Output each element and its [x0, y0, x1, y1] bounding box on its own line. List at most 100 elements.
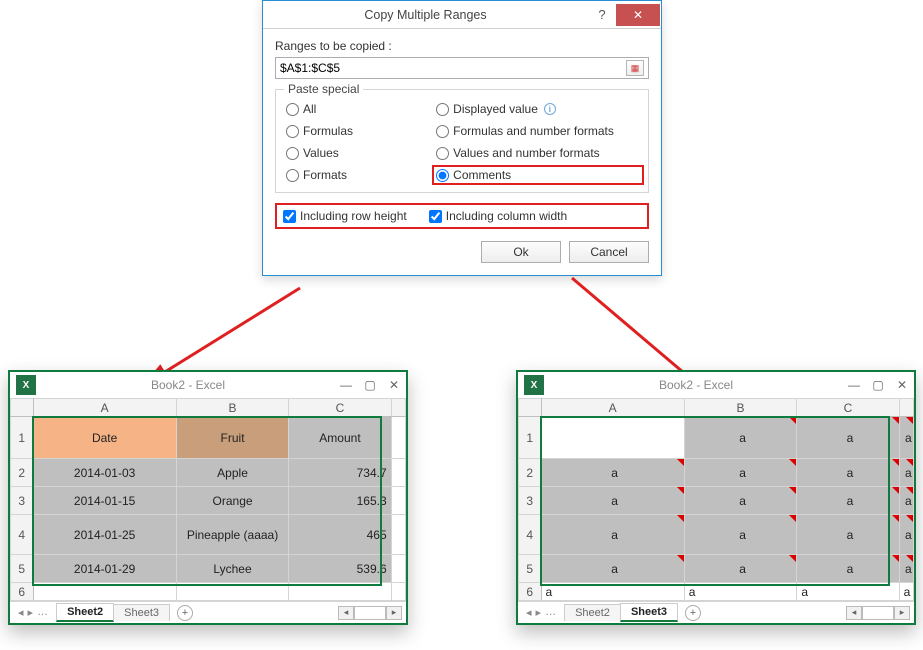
horizontal-scrollbar[interactable]: ◂ ▸	[338, 606, 402, 620]
check-row-height[interactable]: Including row height	[283, 209, 407, 223]
radio-formulas-num-fmt-input[interactable]	[436, 125, 449, 138]
ok-button[interactable]: Ok	[481, 241, 561, 263]
row-header[interactable]: 2	[11, 459, 34, 487]
check-col-width[interactable]: Including column width	[429, 209, 567, 223]
radio-values-num-fmt-input[interactable]	[436, 147, 449, 160]
cell[interactable]: Apple	[176, 459, 289, 487]
cell[interactable]: 2014-01-03	[33, 459, 176, 487]
minimize-icon[interactable]: —	[842, 375, 866, 395]
col-header[interactable]: A	[541, 399, 684, 417]
check-col-width-input[interactable]	[429, 210, 442, 223]
ranges-input[interactable]	[280, 61, 626, 75]
tab-sheet3[interactable]: Sheet3	[113, 604, 170, 621]
tab-sheet2[interactable]: Sheet2	[564, 604, 621, 621]
row-header[interactable]: 4	[519, 515, 542, 555]
nav-prev-icon[interactable]: ◂	[526, 606, 532, 619]
cell[interactable]: 165.3	[289, 487, 391, 515]
row-header[interactable]: 5	[519, 555, 542, 583]
cell-header-amount[interactable]: Amount	[289, 417, 391, 459]
dialog-titlebar[interactable]: Copy Multiple Ranges ? ✕	[263, 1, 661, 29]
cell-blank[interactable]	[289, 583, 391, 601]
col-header[interactable]: B	[176, 399, 289, 417]
scroll-right-icon[interactable]: ▸	[894, 606, 910, 620]
cell-blank[interactable]	[391, 487, 405, 515]
row-header[interactable]: 3	[519, 487, 542, 515]
excel-titlebar-right[interactable]: X Book2 - Excel — ▢ ✕	[518, 372, 914, 398]
cell[interactable]: a	[899, 583, 913, 601]
cell[interactable]: 2014-01-29	[33, 555, 176, 583]
radio-formulas-num-fmt[interactable]: Formulas and number formats	[436, 124, 638, 138]
cell[interactable]: a	[797, 555, 899, 583]
radio-formulas[interactable]: Formulas	[286, 124, 430, 138]
add-sheet-button[interactable]: +	[685, 605, 701, 621]
tabs-nav[interactable]: ◂▸…	[10, 606, 56, 619]
nav-next-icon[interactable]: ▸	[536, 606, 542, 619]
select-all-corner[interactable]	[11, 399, 34, 417]
cell[interactable]: Orange	[176, 487, 289, 515]
scroll-track[interactable]	[354, 606, 386, 620]
row-header[interactable]: 3	[11, 487, 34, 515]
cell[interactable]: a	[899, 417, 913, 459]
col-header[interactable]: B	[684, 399, 797, 417]
cell-blank[interactable]	[391, 417, 405, 459]
horizontal-scrollbar[interactable]: ◂ ▸	[846, 606, 910, 620]
spreadsheet-right[interactable]: A B C 1 a a a 2 a a a a 3 a	[518, 398, 914, 601]
cell[interactable]: a	[541, 487, 684, 515]
nav-more-icon[interactable]: …	[37, 606, 48, 619]
scroll-track[interactable]	[862, 606, 894, 620]
close-window-icon[interactable]: ✕	[890, 375, 914, 395]
cell-header-date[interactable]: Date	[33, 417, 176, 459]
row-header[interactable]: 6	[519, 583, 542, 601]
radio-values-num-fmt[interactable]: Values and number formats	[436, 146, 638, 160]
cell[interactable]: a	[797, 417, 899, 459]
scroll-left-icon[interactable]: ◂	[338, 606, 354, 620]
info-icon[interactable]: i	[544, 103, 556, 115]
cell-blank[interactable]	[33, 583, 176, 601]
cell[interactable]: a	[797, 459, 899, 487]
cell[interactable]: a	[684, 583, 797, 601]
col-header-blank[interactable]	[391, 399, 405, 417]
cell[interactable]: a	[541, 555, 684, 583]
excel-titlebar-left[interactable]: X Book2 - Excel — ▢ ✕	[10, 372, 406, 398]
col-header[interactable]: C	[289, 399, 391, 417]
cell[interactable]: a	[684, 515, 797, 555]
cell[interactable]: 2014-01-25	[33, 515, 176, 555]
radio-formulas-input[interactable]	[286, 125, 299, 138]
cell-blank[interactable]	[391, 555, 405, 583]
ranges-input-wrap[interactable]: ▦	[275, 57, 649, 79]
cell-blank[interactable]	[391, 515, 405, 555]
cell[interactable]: a	[797, 487, 899, 515]
cell[interactable]: a	[899, 515, 913, 555]
row-header[interactable]: 4	[11, 515, 34, 555]
cell-blank[interactable]	[176, 583, 289, 601]
select-all-corner[interactable]	[519, 399, 542, 417]
cell[interactable]: 734.7	[289, 459, 391, 487]
radio-displayed-value[interactable]: Displayed value i	[436, 102, 638, 116]
scroll-left-icon[interactable]: ◂	[846, 606, 862, 620]
radio-values[interactable]: Values	[286, 146, 430, 160]
close-button[interactable]: ✕	[616, 4, 660, 26]
row-header[interactable]: 5	[11, 555, 34, 583]
cell[interactable]: Pineapple (aaaa)	[176, 515, 289, 555]
radio-formats-input[interactable]	[286, 169, 299, 182]
tab-sheet3[interactable]: Sheet3	[620, 603, 678, 622]
radio-all[interactable]: All	[286, 102, 430, 116]
col-header[interactable]: A	[33, 399, 176, 417]
maximize-icon[interactable]: ▢	[358, 375, 382, 395]
radio-displayed-value-input[interactable]	[436, 103, 449, 116]
cell-header-fruit[interactable]: Fruit	[176, 417, 289, 459]
nav-more-icon[interactable]: …	[545, 606, 556, 619]
help-button[interactable]: ?	[588, 4, 616, 26]
cancel-button[interactable]: Cancel	[569, 241, 649, 263]
cell[interactable]: a	[899, 487, 913, 515]
cell[interactable]: a	[684, 487, 797, 515]
cell[interactable]: 539.6	[289, 555, 391, 583]
cell[interactable]: a	[899, 555, 913, 583]
add-sheet-button[interactable]: +	[177, 605, 193, 621]
scroll-right-icon[interactable]: ▸	[386, 606, 402, 620]
check-row-height-input[interactable]	[283, 210, 296, 223]
cell-a1[interactable]	[541, 417, 684, 459]
cell[interactable]: a	[541, 459, 684, 487]
tab-sheet2[interactable]: Sheet2	[56, 603, 114, 622]
nav-next-icon[interactable]: ▸	[28, 606, 34, 619]
